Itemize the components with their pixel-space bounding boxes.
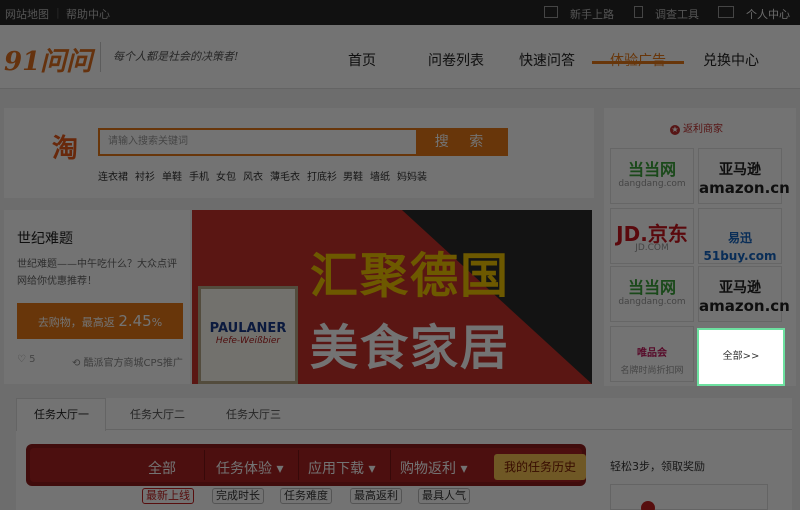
keyword-link[interactable]: 妈妈装	[397, 168, 427, 183]
survey-tool-link[interactable]: 调查工具	[655, 6, 699, 22]
promo-title[interactable]: 世纪难题	[17, 228, 73, 248]
merchant-51buy[interactable]: 易迅51buy.com	[698, 208, 782, 264]
heart-icon: ♡	[17, 354, 30, 365]
keyword-link[interactable]: 男鞋	[343, 168, 363, 183]
keyword-link[interactable]: 女包	[216, 168, 236, 183]
nav-survey-list[interactable]: 问卷列表	[428, 50, 484, 70]
top-bar: 网站地图 | 帮助中心 新手上路 调查工具 个人中心	[0, 0, 800, 25]
keyword-link[interactable]: 衬衫	[135, 168, 155, 183]
active-nav-underline	[592, 61, 684, 64]
buy-button[interactable]: 去购物，最高返 2.45%	[17, 303, 183, 339]
easy-steps-box	[610, 484, 768, 510]
filter-highest-rebate[interactable]: 最高返利	[350, 488, 402, 504]
keyword-link[interactable]: 连衣裙	[98, 168, 128, 183]
filter-difficulty[interactable]: 任务难度	[280, 488, 332, 504]
help-center-link[interactable]: 帮助中心	[66, 6, 110, 22]
category-shopping[interactable]: 购物返利 ▾	[400, 458, 467, 478]
phone-icon	[634, 6, 643, 18]
tab-task-hall-2[interactable]: 任务大厅二	[130, 406, 185, 422]
header: 91问问 每个人都是社会的决策者! 首页 问卷列表 快速问答 体验广告 兑换中心	[0, 25, 800, 89]
site-logo[interactable]: 91问问	[4, 41, 92, 78]
promo-desc: 世纪难题——中午吃什么？大众点评网给你优惠推荐！	[17, 259, 177, 287]
keyword-link[interactable]: 打底衫	[307, 168, 337, 183]
keyword-link[interactable]: 薄毛衣	[270, 168, 300, 183]
category-experience[interactable]: 任务体验 ▾	[216, 458, 283, 478]
personal-center-link[interactable]: 个人中心	[746, 6, 790, 22]
nav-home[interactable]: 首页	[348, 50, 376, 70]
my-task-history-button[interactable]: 我的任务历史	[494, 454, 586, 480]
keyword-link[interactable]: 墙纸	[370, 168, 390, 183]
keyword-link[interactable]: 单鞋	[162, 168, 182, 183]
slogan: 每个人都是社会的决策者!	[100, 42, 238, 72]
search-input[interactable]: 请输入搜索关键词	[98, 128, 418, 156]
link-icon: ⟲	[72, 358, 84, 369]
merchant-dangdang-2[interactable]: 当当网 dangdang.com	[610, 266, 694, 322]
taobao-icon: 淘	[52, 134, 79, 164]
filter-newest[interactable]: 最新上线	[142, 488, 194, 504]
all-merchants-tile[interactable]: 全部>>	[697, 328, 785, 386]
merchant-dangdang[interactable]: 当当网 dangdang.com	[610, 148, 694, 204]
merchant-amazon-2[interactable]: 亚马逊 amazon.cn	[698, 266, 790, 322]
nav-quick-qa[interactable]: 快速问答	[519, 50, 575, 70]
rebate-title: ★ 返利商家	[670, 124, 723, 135]
mail-icon[interactable]	[718, 6, 734, 18]
newbie-link[interactable]: 新手上路	[570, 6, 614, 22]
banner-headline-2: 美食家居	[310, 320, 511, 376]
easy-steps-title: 轻松3步，领取奖励	[610, 460, 705, 473]
keyword-link[interactable]: 风衣	[243, 168, 263, 183]
merchant-jd[interactable]: JD.京东 JD.COM	[610, 208, 694, 264]
merchant-vip[interactable]: 唯品会 名牌时尚折扣网	[610, 326, 694, 382]
tab-task-hall-1[interactable]: 任务大厅一	[34, 406, 89, 422]
merchant-amazon[interactable]: 亚马逊 amazon.cn	[698, 148, 790, 204]
filter-popular[interactable]: 最具人气	[418, 488, 470, 504]
star-icon: ★	[670, 125, 680, 135]
banner-headline-1: 汇聚德国	[310, 248, 511, 304]
site-map-link[interactable]: 网站地图	[5, 6, 49, 22]
keyword-link[interactable]: 手机	[189, 168, 209, 183]
nav-exchange-center[interactable]: 兑换中心	[703, 50, 759, 70]
like-count[interactable]: ♡ 5	[17, 354, 36, 365]
nav-experience-ads[interactable]: 体验广告	[610, 50, 666, 70]
category-all[interactable]: 全部	[148, 458, 176, 478]
promo-banner[interactable]: PAULANER Hefe-Weißbier 汇聚德国 美食家居	[192, 210, 592, 384]
beer-can-image: PAULANER Hefe-Weißbier	[198, 286, 298, 384]
search-button[interactable]: 搜 索	[418, 128, 508, 156]
book-icon	[544, 6, 558, 18]
filter-duration[interactable]: 完成时长	[212, 488, 264, 504]
tab-task-hall-3[interactable]: 任务大厅三	[226, 406, 281, 422]
category-download[interactable]: 应用下载 ▾	[308, 458, 375, 478]
promo-source: ⟲ 酷派官方商城CPS推广	[72, 358, 183, 369]
